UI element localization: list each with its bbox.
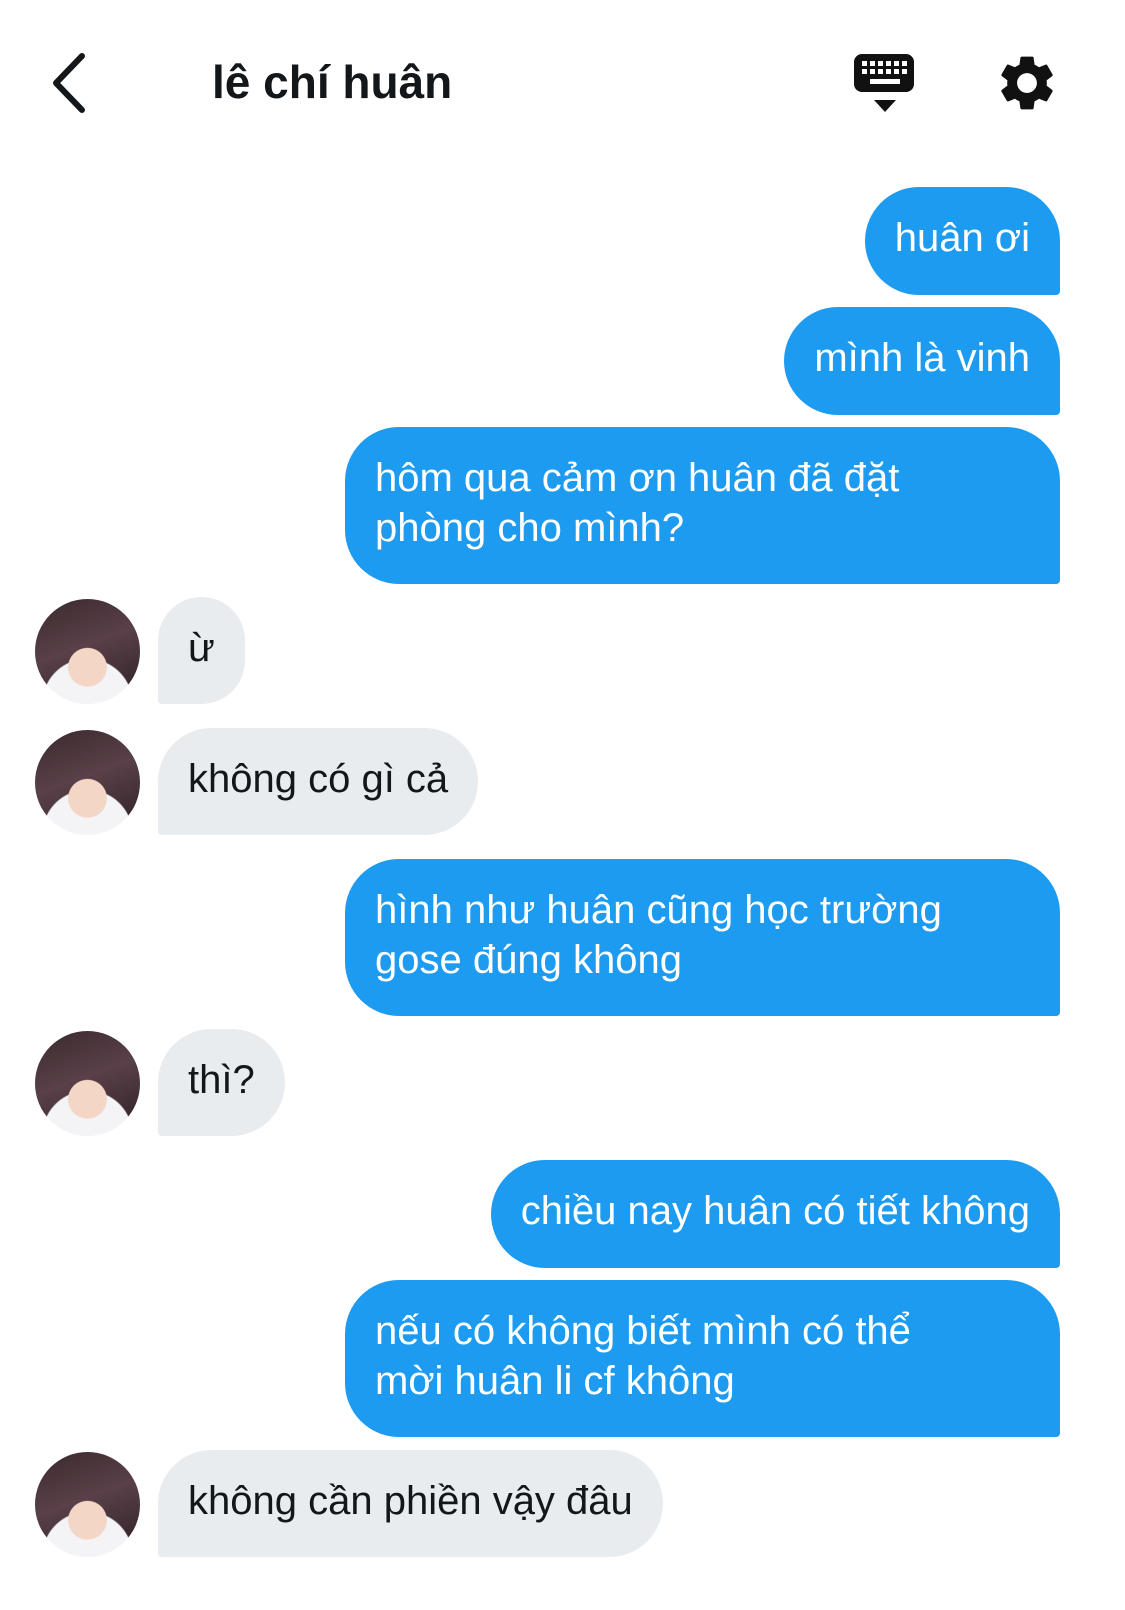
- message-text: không cần phiền vậy đâu: [188, 1479, 633, 1523]
- message-text-line: nếu có không biết mình có thể: [375, 1309, 911, 1353]
- message-bubble-incoming[interactable]: ừ: [158, 597, 245, 704]
- keyboard-button[interactable]: [852, 52, 922, 118]
- message-text-line: phòng cho mình?: [375, 506, 685, 550]
- chat-header: lê chí huân: [0, 0, 1125, 165]
- message-bubble-incoming[interactable]: thì?: [158, 1029, 285, 1136]
- avatar[interactable]: [35, 599, 140, 704]
- avatar[interactable]: [35, 1031, 140, 1136]
- message-text-line: hôm qua cảm ơn huân đã đặt: [375, 456, 900, 500]
- message-text-line: gose đúng không: [375, 938, 682, 982]
- message-text-line: hình như huân cũng học trường: [375, 888, 942, 932]
- message-text: thì?: [188, 1058, 255, 1102]
- message-text: huân ơi: [894, 216, 1030, 260]
- avatar[interactable]: [35, 730, 140, 835]
- gear-icon: [1001, 56, 1053, 110]
- message-bubble-outgoing[interactable]: hình như huân cũng học trường gose đúng …: [345, 859, 1060, 1016]
- message-bubble-outgoing[interactable]: mình là vinh: [784, 307, 1060, 415]
- message-text: chiều nay huân có tiết không: [520, 1189, 1030, 1233]
- message-bubble-outgoing[interactable]: huân ơi: [864, 187, 1060, 295]
- avatar[interactable]: [35, 1452, 140, 1557]
- message-bubble-incoming[interactable]: không cần phiền vậy đâu: [158, 1450, 663, 1557]
- back-button[interactable]: [38, 48, 98, 118]
- chevron-left-icon: [53, 53, 85, 113]
- settings-button[interactable]: [994, 50, 1060, 116]
- message-bubble-incoming[interactable]: không có gì cả: [158, 728, 479, 835]
- message-bubble-outgoing[interactable]: nếu có không biết mình có thể mời huân l…: [345, 1280, 1060, 1437]
- message-bubble-outgoing[interactable]: chiều nay huân có tiết không: [490, 1160, 1060, 1268]
- message-bubble-outgoing[interactable]: hôm qua cảm ơn huân đã đặt phòng cho mìn…: [345, 427, 1060, 584]
- message-text-line: mời huân li cf không: [375, 1359, 735, 1403]
- conversation-title[interactable]: lê chí huân: [212, 52, 452, 112]
- message-text: không có gì cả: [188, 757, 449, 801]
- message-text: ừ: [188, 626, 215, 670]
- message-text: mình là vinh: [814, 336, 1030, 380]
- keyboard-icon: [854, 54, 914, 112]
